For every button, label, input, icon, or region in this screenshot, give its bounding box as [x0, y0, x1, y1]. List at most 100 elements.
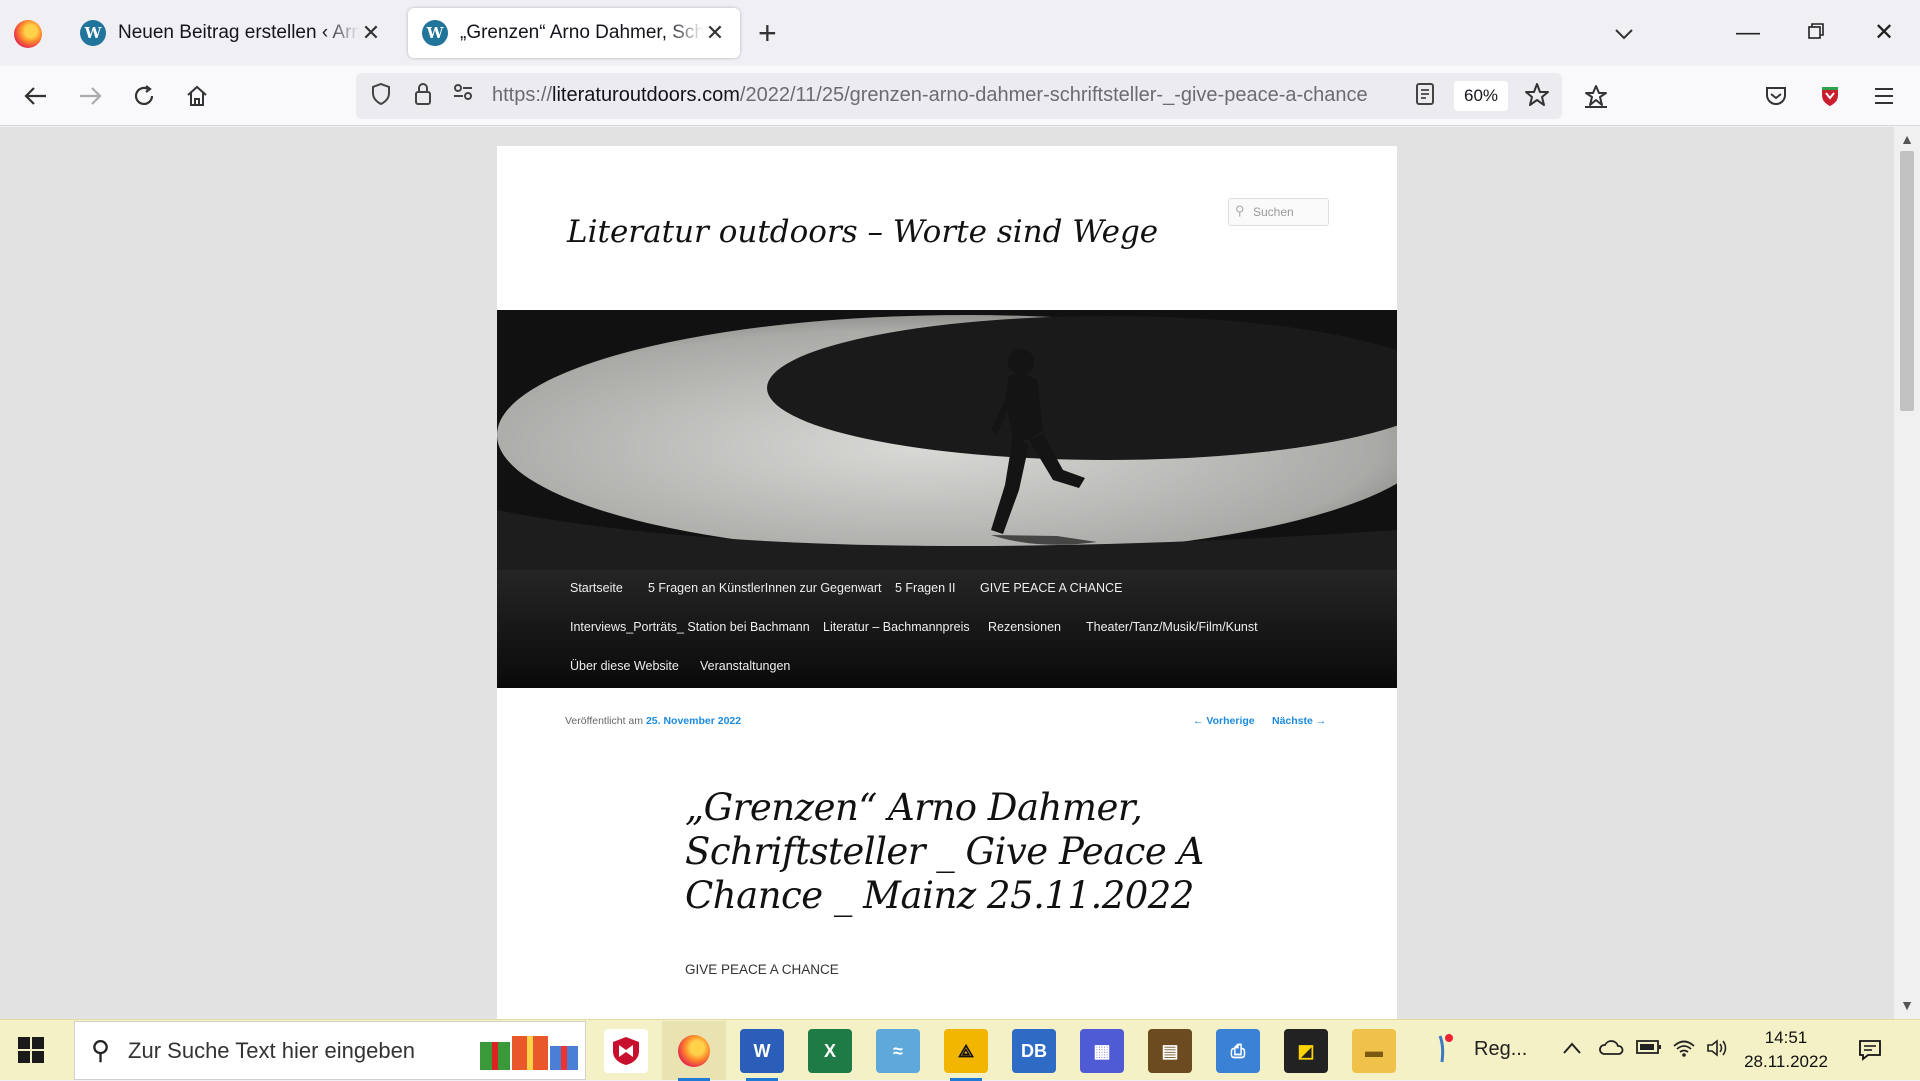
- site-title[interactable]: Literatur outdoors – Worte sind Wege: [567, 214, 1158, 250]
- show-hidden-icons-icon[interactable]: [1562, 1038, 1582, 1061]
- next-post-link[interactable]: Nächste →: [1272, 715, 1326, 727]
- forward-arrow-icon: [80, 87, 102, 105]
- pocket-button[interactable]: [1756, 76, 1796, 116]
- excel-icon[interactable]: X: [808, 1029, 852, 1073]
- sticky-notes-icon[interactable]: ◩: [1284, 1029, 1328, 1073]
- puzzle-star-icon: [1585, 85, 1607, 108]
- menu-item-ueber[interactable]: Über diese Website: [570, 659, 679, 673]
- tab-title: „Grenzen“ Arno Dahmer, Schriftsteller: [460, 22, 704, 43]
- hamburger-menu-icon: [1875, 88, 1893, 104]
- stage-dancer-image: [497, 310, 1397, 570]
- forward-button[interactable]: [70, 76, 110, 116]
- list-all-tabs-button[interactable]: [1604, 14, 1644, 52]
- scroll-up-icon[interactable]: ▲: [1894, 131, 1920, 147]
- extensions-button[interactable]: [1576, 76, 1616, 116]
- search-icon: ⚲: [91, 1035, 111, 1065]
- post-meta: Veröffentlicht am 25. November 2022: [565, 715, 741, 727]
- menu-item-veranstaltungen[interactable]: Veranstaltungen: [700, 659, 790, 673]
- firefox-taskbar-icon[interactable]: [672, 1029, 716, 1081]
- url-domain: literaturoutdoors.com: [552, 84, 740, 106]
- restore-icon: [1808, 23, 1824, 39]
- tab-strip: W Neuen Beitrag erstellen ‹ Arno Dahmer …: [0, 0, 1920, 66]
- search-placeholder: Suchen: [1253, 205, 1294, 219]
- menu-item-interviews[interactable]: Interviews_Porträts_ Station bei Bachman…: [570, 620, 810, 634]
- windows-taskbar: ⚲ Zur Suche Text hier eingeben W X ≈ ⟁ D…: [0, 1019, 1920, 1081]
- clock-date: 28.11.2022: [1744, 1052, 1828, 1071]
- taskbar-search-placeholder: Zur Suche Text hier eingeben: [128, 1037, 416, 1063]
- tab-title: Neuen Beitrag erstellen ‹ Arno Dahmer: [118, 22, 360, 43]
- new-tab-button[interactable]: +: [758, 16, 777, 50]
- taskbar-clock[interactable]: 14:51 28.11.2022: [1726, 1026, 1846, 1074]
- running-app-icon[interactable]: [1432, 1032, 1456, 1072]
- landscape-app-icon[interactable]: ≈: [876, 1029, 920, 1073]
- tracking-protection-shield-icon[interactable]: [366, 82, 396, 112]
- home-button[interactable]: [177, 76, 217, 116]
- navigation-toolbar: https://literaturoutdoors.com/2022/11/25…: [0, 66, 1920, 126]
- close-tab-icon[interactable]: ✕: [704, 20, 726, 46]
- post-date-link[interactable]: 25. November 2022: [646, 715, 741, 727]
- menu-item-give-peace[interactable]: GIVE PEACE A CHANCE: [980, 581, 1122, 595]
- reader-view-icon[interactable]: [1410, 82, 1440, 112]
- url-bar[interactable]: https://literaturoutdoors.com/2022/11/25…: [356, 73, 1562, 119]
- url-path: /2022/11/25/grenzen-arno-dahmer-schrifts…: [739, 84, 1368, 106]
- scanner-app-icon[interactable]: ⎙: [1216, 1029, 1260, 1073]
- page-viewport: Literatur outdoors – Worte sind Wege ⚲ S…: [0, 127, 1894, 1019]
- running-app-label[interactable]: Reg...: [1474, 1038, 1527, 1061]
- page-scrollbar[interactable]: ▲ ▼: [1894, 127, 1920, 1019]
- post-body-text: GIVE PEACE A CHANCE: [685, 962, 839, 977]
- calendar-app-icon[interactable]: ▤: [1148, 1029, 1192, 1073]
- menu-item-5-fragen-ii[interactable]: 5 Fragen II: [895, 581, 955, 595]
- lock-icon[interactable]: [408, 82, 438, 112]
- clock-time: 14:51: [1764, 1028, 1808, 1047]
- app-menu-button[interactable]: [1864, 76, 1904, 116]
- tool-app-icon[interactable]: ⟁: [944, 1029, 988, 1081]
- tab-grenzen[interactable]: W „Grenzen“ Arno Dahmer, Schriftsteller …: [408, 8, 740, 58]
- search-icon: ⚲: [1235, 203, 1245, 218]
- gift-boxes-icon[interactable]: [478, 1028, 582, 1072]
- red-shield-icon: [1822, 87, 1838, 106]
- menu-item-startseite[interactable]: Startseite: [570, 581, 623, 595]
- back-button[interactable]: [16, 76, 56, 116]
- menu-item-5-fragen[interactable]: 5 Fragen an KünstlerInnen zur Gegenwart: [648, 581, 881, 595]
- grid-app-icon[interactable]: ▦: [1080, 1029, 1124, 1073]
- reload-icon: [134, 85, 154, 105]
- permissions-icon[interactable]: [448, 82, 478, 108]
- onedrive-cloud-icon[interactable]: [1598, 1038, 1624, 1062]
- close-window-button[interactable]: ✕: [1864, 14, 1904, 52]
- mcafee-icon[interactable]: [604, 1029, 648, 1073]
- site-search-input[interactable]: ⚲ Suchen: [1228, 198, 1329, 226]
- zoom-level-button[interactable]: 60%: [1454, 81, 1508, 111]
- url-text[interactable]: https://literaturoutdoors.com/2022/11/25…: [492, 84, 1368, 107]
- minimize-button[interactable]: —: [1728, 14, 1768, 52]
- menu-item-rezensionen[interactable]: Rezensionen: [988, 620, 1061, 634]
- main-navigation: Startseite 5 Fragen an KünstlerInnen zur…: [497, 570, 1397, 688]
- home-icon: [187, 85, 207, 106]
- tab-new-post[interactable]: W Neuen Beitrag erstellen ‹ Arno Dahmer …: [66, 8, 396, 58]
- pocket-icon: [1766, 87, 1786, 105]
- header-image: [497, 310, 1397, 570]
- restore-button[interactable]: [1796, 14, 1836, 52]
- firefox-logo-icon[interactable]: [14, 20, 42, 48]
- file-explorer-icon[interactable]: ▬: [1352, 1029, 1396, 1073]
- previous-post-link[interactable]: ← Vorherige: [1193, 715, 1255, 727]
- windows-start-button[interactable]: [18, 1037, 44, 1063]
- battery-icon[interactable]: [1636, 1038, 1662, 1061]
- extension-shield-button[interactable]: [1810, 76, 1850, 116]
- chevron-down-icon: [1615, 29, 1633, 40]
- wordpress-icon: W: [80, 20, 106, 46]
- wifi-icon[interactable]: [1672, 1038, 1696, 1064]
- notification-center-icon[interactable]: [1858, 1038, 1882, 1068]
- reload-button[interactable]: [124, 76, 164, 116]
- scrollbar-thumb[interactable]: [1900, 151, 1914, 411]
- word-icon[interactable]: W: [740, 1029, 784, 1081]
- star-icon[interactable]: [1522, 82, 1552, 114]
- scroll-down-icon[interactable]: ▼: [1894, 997, 1920, 1013]
- url-scheme: https://: [492, 84, 553, 106]
- back-arrow-icon: [24, 87, 46, 105]
- site-page: Literatur outdoors – Worte sind Wege ⚲ S…: [497, 146, 1397, 1019]
- post-title: „Grenzen“ Arno Dahmer, Schriftsteller _ …: [685, 786, 1204, 917]
- db-app-icon[interactable]: DB: [1012, 1029, 1056, 1073]
- close-tab-icon[interactable]: ✕: [360, 20, 382, 46]
- menu-item-bachmannpreis[interactable]: Literatur – Bachmannpreis: [823, 620, 970, 634]
- menu-item-theater[interactable]: Theater/Tanz/Musik/Film/Kunst: [1086, 620, 1258, 634]
